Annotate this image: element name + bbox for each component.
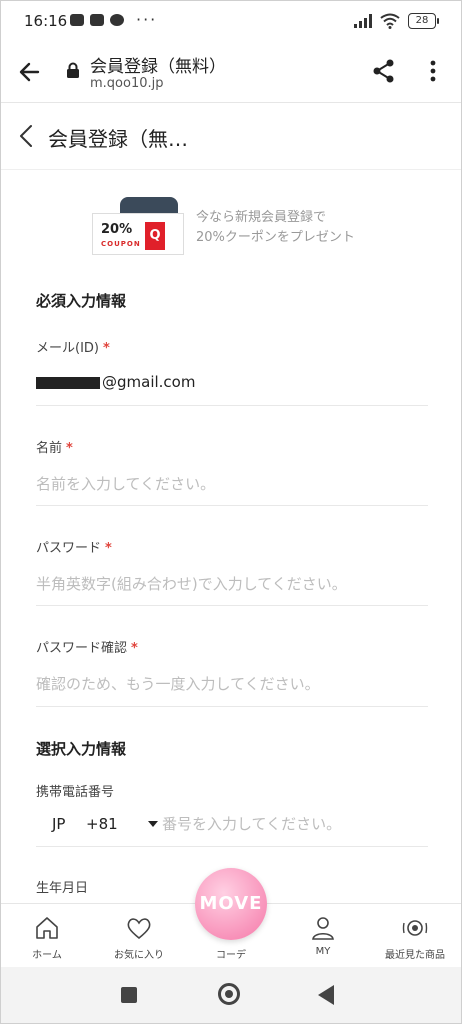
- line-app-icon: [70, 14, 84, 26]
- email-underline: [36, 405, 428, 406]
- coupon-percent: 20%: [101, 222, 133, 237]
- password-confirm-input[interactable]: 確認のため、もう一度入力してください。: [36, 673, 320, 694]
- password-confirm-label: パスワード確認 *: [36, 637, 138, 656]
- system-navigation-bar: [0, 967, 462, 1024]
- nav-coordi-label: コーデ: [216, 950, 246, 961]
- password-label: パスワード *: [36, 537, 112, 556]
- phone-row: JP +81 番号を入力してください。: [52, 813, 341, 834]
- page-title: 会員登録（無…: [48, 127, 188, 151]
- cat-app-icon: [110, 14, 124, 26]
- phone-underline: [36, 846, 428, 847]
- share-icon[interactable]: [370, 57, 398, 85]
- email-label-text: メール(ID): [36, 341, 99, 356]
- nav-my-label: MY: [315, 946, 331, 957]
- more-menu-icon[interactable]: [422, 57, 444, 85]
- browser-page-title: 会員登録（無料）: [90, 57, 226, 77]
- signal-icon: [354, 14, 372, 28]
- dial-code[interactable]: +81: [86, 815, 148, 833]
- required-mark: *: [103, 341, 110, 356]
- name-label-text: 名前: [36, 441, 63, 456]
- phone-input[interactable]: 番号を入力してください。: [162, 813, 341, 834]
- wifi-icon: [380, 13, 400, 29]
- back-chevron-icon[interactable]: [16, 124, 38, 148]
- password-label-text: パスワード: [36, 541, 102, 556]
- required-mark: *: [105, 541, 112, 556]
- birthday-label: 生年月日: [36, 881, 89, 896]
- banner-text-line2: 20%クーポンをプレゼント: [196, 230, 355, 245]
- email-field[interactable]: @gmail.com: [36, 373, 195, 391]
- page-header: 会員登録（無…: [0, 103, 462, 170]
- required-mark: *: [66, 441, 73, 456]
- recent-viewed-icon: [402, 920, 428, 936]
- system-back-icon[interactable]: [318, 985, 334, 1005]
- browser-url[interactable]: m.qoo10.jp: [90, 76, 164, 91]
- home-circle-icon[interactable]: [218, 983, 240, 1005]
- nav-favorites-label: お気に入り: [114, 950, 164, 961]
- required-mark: *: [131, 641, 138, 656]
- coupon-card: 20% COUPON Q: [92, 213, 184, 255]
- browser-toolbar: 会員登録（無料） m.qoo10.jp: [0, 44, 462, 103]
- status-bar: 16:16 ··· 28: [0, 0, 462, 44]
- phone-label: 携帯電話番号: [36, 785, 115, 800]
- user-icon: [312, 917, 334, 940]
- nav-favorites[interactable]: お気に入り: [99, 914, 179, 961]
- nav-my[interactable]: MY: [283, 914, 363, 957]
- name-underline: [36, 505, 428, 506]
- notification-icons: [70, 14, 124, 26]
- required-section-title: 必須入力情報: [36, 292, 127, 310]
- password-confirm-label-text: パスワード確認: [36, 641, 128, 656]
- caret-down-icon[interactable]: [148, 820, 158, 827]
- nav-recent-label: 最近見た商品: [385, 950, 445, 961]
- email-label: メール(ID) *: [36, 337, 110, 356]
- nav-home[interactable]: ホーム: [7, 914, 87, 961]
- redacted-email-block: [36, 376, 100, 389]
- email-value: @gmail.com: [102, 373, 196, 391]
- nav-recent[interactable]: 最近見た商品: [375, 914, 455, 961]
- home-icon: [36, 917, 58, 939]
- lock-icon: [67, 62, 79, 78]
- password-input[interactable]: 半角英数字(組み合わせ)で入力してください。: [36, 573, 347, 594]
- qoo10-logo-icon: Q: [145, 222, 165, 250]
- nav-home-label: ホーム: [32, 950, 62, 961]
- move-button[interactable]: MOVE: [195, 868, 267, 940]
- name-label: 名前 *: [36, 437, 73, 456]
- recents-icon[interactable]: [121, 987, 137, 1003]
- password-confirm-underline: [36, 706, 428, 707]
- status-time: 16:16: [24, 12, 68, 30]
- banner-text-line1: 今なら新規会員登録で: [196, 210, 327, 225]
- youtube-icon: [90, 14, 104, 26]
- name-input[interactable]: 名前を入力してください。: [36, 473, 215, 494]
- coupon-banner[interactable]: 20% COUPON Q 今なら新規会員登録で 20%クーポンをプレゼント: [88, 195, 388, 257]
- optional-section-title: 選択入力情報: [36, 740, 127, 758]
- country-code-select[interactable]: JP: [52, 815, 86, 833]
- password-underline: [36, 605, 428, 606]
- browser-back-icon[interactable]: [16, 58, 44, 86]
- battery-icon: 28: [408, 13, 439, 29]
- more-notifications-icon: ···: [136, 10, 158, 29]
- coupon-label: COUPON: [101, 240, 141, 248]
- banner-text: 今なら新規会員登録で 20%クーポンをプレゼント: [196, 208, 355, 248]
- heart-icon: [127, 918, 151, 940]
- nav-coordi[interactable]: コーデ: [191, 942, 271, 961]
